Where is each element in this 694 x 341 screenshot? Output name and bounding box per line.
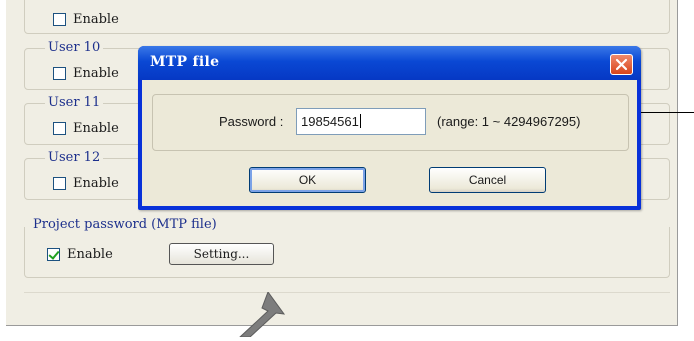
user-12-enable-label: Enable (73, 176, 119, 191)
password-label: Password : (219, 114, 284, 129)
user-11-title: User 11 (45, 95, 104, 111)
arrow-icon (220, 290, 290, 341)
project-password-enable-label: Enable (67, 247, 113, 262)
user-12-enable-checkbox[interactable] (53, 177, 66, 190)
user-11-enable-label: Enable (73, 121, 119, 136)
password-range-hint: (range: 1 ~ 4294967295) (437, 114, 581, 129)
password-input[interactable]: 19854561 (296, 108, 426, 135)
project-password-title: Project password (MTP file) (30, 217, 220, 233)
user-11-enable-row[interactable]: Enable (53, 121, 119, 136)
cancel-button[interactable]: Cancel (429, 167, 546, 193)
dialog-title: MTP file (150, 54, 220, 70)
group-previous-user: Enable (24, 0, 670, 34)
previous-user-enable-checkbox[interactable] (53, 13, 66, 26)
password-value: 19854561 (301, 114, 359, 129)
close-button[interactable] (610, 54, 633, 75)
setting-button[interactable]: Setting... (169, 243, 274, 265)
user-12-title: User 12 (45, 150, 104, 166)
user-12-enable-row[interactable]: Enable (53, 176, 119, 191)
group-project-password (24, 227, 670, 278)
dialog-body: Password : 19854561 (range: 1 ~ 42949672… (142, 80, 637, 206)
user-10-enable-label: Enable (73, 66, 119, 81)
user-10-title: User 10 (45, 40, 104, 56)
ok-button[interactable]: OK (249, 167, 366, 193)
close-icon (615, 58, 628, 71)
divider (24, 292, 670, 293)
mtp-file-dialog: MTP file Password : 19854561 (range: 1 ~… (138, 46, 641, 210)
user-10-enable-row[interactable]: Enable (53, 66, 119, 81)
dialog-titlebar[interactable]: MTP file (138, 46, 641, 80)
password-group: Password : 19854561 (range: 1 ~ 42949672… (152, 94, 629, 151)
project-password-enable-checkbox[interactable] (47, 248, 60, 261)
user-10-enable-checkbox[interactable] (53, 67, 66, 80)
user-11-enable-checkbox[interactable] (53, 122, 66, 135)
project-password-enable-row[interactable]: Enable (47, 247, 113, 262)
previous-user-enable-label: Enable (73, 12, 119, 27)
previous-user-enable-row[interactable]: Enable (53, 12, 119, 27)
text-caret (359, 114, 361, 128)
